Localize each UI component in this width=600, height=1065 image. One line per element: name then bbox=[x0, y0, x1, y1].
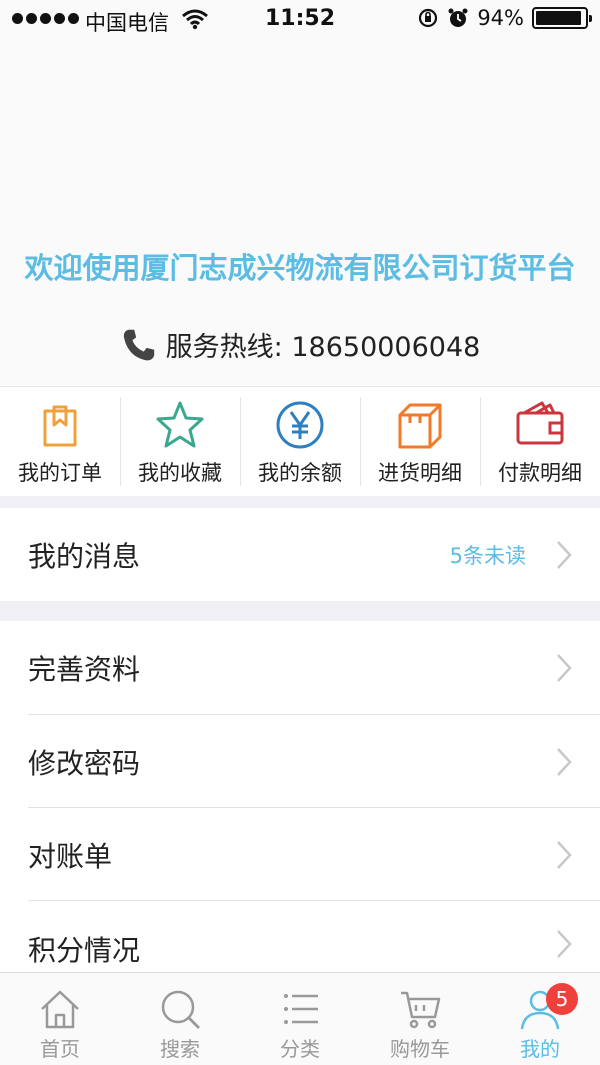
row-label: 修改密码 bbox=[28, 746, 141, 780]
row-label: 完善资料 bbox=[28, 652, 141, 686]
action-label: 进货明细 bbox=[378, 461, 462, 485]
alarm-icon bbox=[448, 8, 468, 27]
row-label: 对账单 bbox=[28, 839, 113, 873]
hotline-text: 服务热线: 18650006048 bbox=[165, 332, 481, 363]
action-label: 我的订单 bbox=[18, 461, 102, 485]
wallet-icon bbox=[516, 401, 564, 445]
action-label: 付款明细 bbox=[498, 461, 582, 485]
status-bar: 中国电信 11:52 94% bbox=[0, 0, 600, 40]
tab-search[interactable]: 搜索 bbox=[120, 973, 240, 1065]
star-icon bbox=[156, 401, 204, 448]
points-row[interactable]: 积分情况 bbox=[0, 901, 600, 972]
list-icon bbox=[284, 994, 318, 1024]
box-icon bbox=[398, 403, 442, 449]
bottom-tab-bar: 首页 搜索 分类 购物车 我的 5 bbox=[0, 972, 600, 1065]
statement-row[interactable]: 对账单 bbox=[0, 808, 600, 901]
change-password-row[interactable]: 修改密码 bbox=[0, 715, 600, 808]
order-bag-icon bbox=[43, 405, 77, 447]
home-icon bbox=[41, 990, 79, 1029]
wifi-icon bbox=[182, 9, 208, 30]
signal-strength-icon bbox=[12, 13, 79, 24]
tab-label: 搜索 bbox=[160, 1037, 200, 1061]
action-purchase-details[interactable]: 进货明细 bbox=[360, 387, 480, 496]
chevron-right-icon bbox=[557, 747, 572, 776]
rotation-lock-icon bbox=[419, 8, 438, 28]
tab-cart[interactable]: 购物车 bbox=[360, 973, 480, 1065]
row-label: 我的消息 bbox=[28, 539, 141, 573]
tab-label: 我的 bbox=[520, 1037, 560, 1061]
tab-home[interactable]: 首页 bbox=[0, 973, 120, 1065]
tab-label: 分类 bbox=[280, 1037, 320, 1061]
phone-icon bbox=[123, 329, 154, 360]
carrier-name: 中国电信 bbox=[85, 11, 169, 35]
action-my-orders[interactable]: 我的订单 bbox=[0, 387, 120, 496]
chevron-right-icon bbox=[557, 540, 572, 569]
tab-me[interactable]: 我的 5 bbox=[480, 973, 600, 1065]
cart-icon bbox=[401, 991, 441, 1029]
battery-percent: 94% bbox=[477, 6, 524, 30]
tab-categories[interactable]: 分类 bbox=[240, 973, 360, 1065]
row-label: 积分情况 bbox=[28, 934, 141, 967]
battery-icon bbox=[532, 7, 592, 29]
section-gap bbox=[0, 601, 600, 621]
my-messages-row[interactable]: 我的消息 5条未读 bbox=[0, 508, 600, 601]
battery-level bbox=[536, 11, 582, 25]
chevron-right-icon bbox=[557, 653, 572, 682]
quick-actions: 我的订单 我的收藏 我的余额 进货明细 付款明细 bbox=[0, 386, 600, 496]
chevron-right-icon bbox=[557, 840, 572, 869]
search-icon bbox=[161, 990, 200, 1029]
action-payment-details[interactable]: 付款明细 bbox=[480, 387, 600, 496]
complete-profile-row[interactable]: 完善资料 bbox=[0, 621, 600, 714]
action-label: 我的余额 bbox=[258, 461, 342, 485]
unread-count: 5条未读 bbox=[449, 543, 526, 568]
action-label: 我的收藏 bbox=[138, 461, 222, 485]
action-my-balance[interactable]: 我的余额 bbox=[240, 387, 360, 496]
yen-icon bbox=[276, 401, 324, 449]
tab-label: 购物车 bbox=[390, 1037, 450, 1061]
chevron-right-icon bbox=[557, 930, 572, 958]
welcome-title: 欢迎使用厦门志成兴物流有限公司订货平台 bbox=[24, 251, 576, 285]
action-my-favorites[interactable]: 我的收藏 bbox=[120, 387, 240, 496]
section-gap bbox=[0, 496, 600, 508]
service-hotline[interactable]: 服务热线: 18650006048 bbox=[0, 325, 600, 364]
notification-badge: 5 bbox=[546, 983, 578, 1015]
tab-label: 首页 bbox=[40, 1037, 80, 1061]
